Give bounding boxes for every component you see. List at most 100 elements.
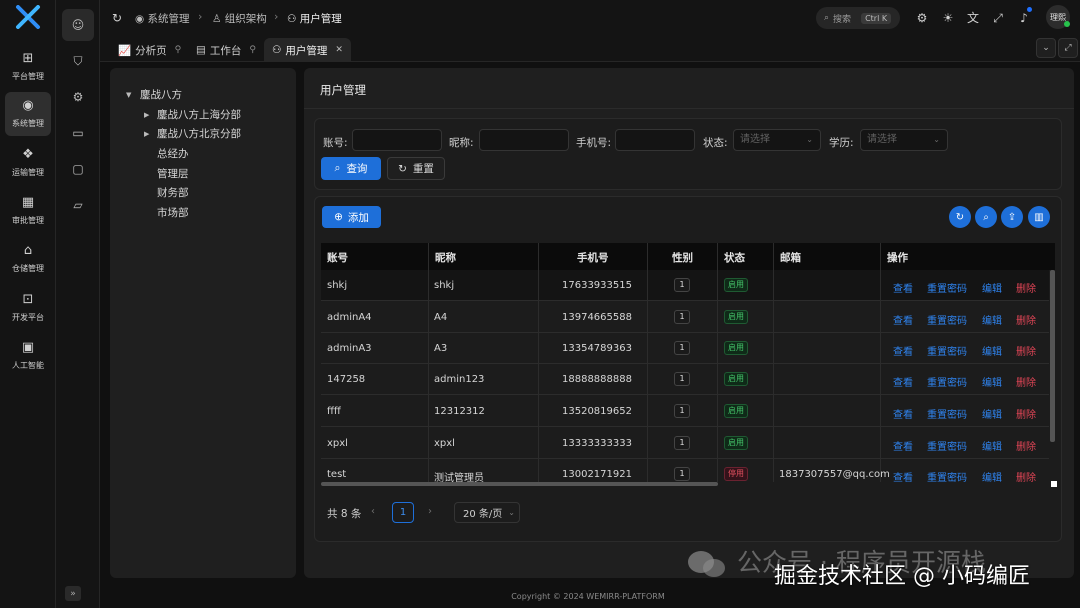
edit-button[interactable]: 编辑 xyxy=(982,374,1002,389)
tree-node[interactable]: 鏖战八方北京分部 xyxy=(157,126,241,141)
page-number[interactable]: 1 xyxy=(392,502,414,523)
view-button[interactable]: 查看 xyxy=(893,406,913,421)
edit-button[interactable]: 编辑 xyxy=(982,406,1002,421)
settings-icon[interactable]: ⚙ xyxy=(62,81,94,113)
monitor-icon[interactable]: ▢ xyxy=(62,153,94,185)
edit-button[interactable]: 编辑 xyxy=(982,438,1002,453)
view-button[interactable]: 查看 xyxy=(893,343,913,358)
sidebar-item-system[interactable]: ◉ 系统管理 xyxy=(5,92,51,136)
reset-button[interactable]: ↻ 重置 xyxy=(387,157,445,180)
reset-password-button[interactable]: 重置密码 xyxy=(927,312,967,327)
vertical-scrollbar[interactable] xyxy=(1050,270,1055,442)
account-label: 账号: xyxy=(323,137,348,149)
platform-icon: ⊞ xyxy=(22,51,34,66)
tree-node[interactable]: 财务部 xyxy=(157,185,189,200)
caret-right-icon[interactable]: ▶ xyxy=(144,130,149,138)
tab-user-management[interactable]: ⚇ 用户管理 ✕ xyxy=(264,38,351,62)
view-button[interactable]: 查看 xyxy=(893,438,913,453)
edit-button[interactable]: 编辑 xyxy=(982,312,1002,327)
close-icon[interactable]: ✕ xyxy=(335,45,343,55)
breadcrumb-item-user[interactable]: ⚇ 用户管理 xyxy=(287,11,342,26)
query-label: 查询 xyxy=(346,163,368,175)
sidebar-item-warehouse[interactable]: ⌂ 仓储管理 xyxy=(5,239,51,279)
next-page-icon[interactable]: › xyxy=(428,506,432,517)
reset-password-button[interactable]: 重置密码 xyxy=(927,406,967,421)
reset-password-button[interactable]: 重置密码 xyxy=(927,343,967,358)
tree-node[interactable]: 总经办 xyxy=(157,146,189,161)
tree-node[interactable]: 管理层 xyxy=(157,166,189,181)
sidebar-item-platform[interactable]: ⊞ 平台管理 xyxy=(5,47,51,87)
delete-button[interactable]: 删除 xyxy=(1016,312,1036,327)
tree-node[interactable]: 鏖战八方上海分部 xyxy=(157,107,241,122)
pin-icon[interactable]: ⚲ xyxy=(249,45,256,55)
query-button[interactable]: ⌕ 查询 xyxy=(321,157,381,180)
cell-nickname: xpxl xyxy=(434,438,455,449)
education-select[interactable]: 请选择 ⌄ xyxy=(860,129,948,151)
column-divider xyxy=(717,243,718,482)
breadcrumb-item-org[interactable]: ♙ 组织架构 xyxy=(212,11,267,26)
delete-button[interactable]: 删除 xyxy=(1016,469,1036,484)
delete-button[interactable]: 删除 xyxy=(1016,374,1036,389)
reset-password-button[interactable]: 重置密码 xyxy=(927,374,967,389)
search-button[interactable]: ⌕ 搜索 Ctrl K xyxy=(816,7,900,29)
view-button[interactable]: 查看 xyxy=(893,312,913,327)
shield-icon[interactable]: ⛉ xyxy=(62,45,94,77)
edit-button[interactable]: 编辑 xyxy=(982,469,1002,484)
delete-button[interactable]: 删除 xyxy=(1016,280,1036,295)
page-size-label: 20 条/页 xyxy=(463,509,503,520)
sidebar-item-transport[interactable]: ❖ 运输管理 xyxy=(5,143,51,183)
reset-password-button[interactable]: 重置密码 xyxy=(927,280,967,295)
view-button[interactable]: 查看 xyxy=(893,374,913,389)
column-settings-button[interactable]: ▥ xyxy=(1028,206,1050,228)
nickname-input[interactable] xyxy=(479,129,569,151)
prev-page-icon[interactable]: ‹ xyxy=(371,506,375,517)
page-size-select[interactable]: 20 条/页 ⌄ xyxy=(454,502,520,523)
expand-sidebar-button[interactable]: » xyxy=(65,586,81,601)
sidebar-item-dev[interactable]: ⊡ 开发平台 xyxy=(5,288,51,328)
add-user-button[interactable]: ⊕ 添加 xyxy=(322,206,381,228)
gear-icon[interactable]: ⚙ xyxy=(913,9,931,27)
edit-button[interactable]: 编辑 xyxy=(982,280,1002,295)
status-select[interactable]: 请选择 ⌄ xyxy=(733,129,821,151)
view-button[interactable]: 查看 xyxy=(893,469,913,484)
tab-dropdown-button[interactable]: ⌄ xyxy=(1036,38,1056,58)
translate-icon[interactable]: 文 xyxy=(964,9,982,27)
tree-node-root[interactable]: 鏖战八方 xyxy=(140,87,182,102)
toggle-search-button[interactable]: ⌕ xyxy=(975,206,997,228)
sidebar-item-ai[interactable]: ▣ 人工智能 xyxy=(5,336,51,376)
refresh-icon[interactable]: ↻ xyxy=(108,9,126,27)
sex-badge: 1 xyxy=(674,341,690,355)
user-icon[interactable]: ☺ xyxy=(62,9,94,41)
sidebar-item-label: 仓储管理 xyxy=(12,264,44,273)
sidebar-item-approval[interactable]: ▦ 审批管理 xyxy=(5,191,51,231)
column-header-email: 邮箱 xyxy=(780,252,801,264)
delete-button[interactable]: 删除 xyxy=(1016,343,1036,358)
tab-maximize-button[interactable]: ⤢ xyxy=(1058,38,1078,58)
cell-nickname: A4 xyxy=(434,312,448,323)
view-button[interactable]: 查看 xyxy=(893,280,913,295)
logo-icon[interactable] xyxy=(14,5,42,29)
edit-button[interactable]: 编辑 xyxy=(982,343,1002,358)
caret-down-icon[interactable]: ▼ xyxy=(126,91,131,99)
message-icon[interactable]: ▭ xyxy=(62,117,94,149)
reset-password-button[interactable]: 重置密码 xyxy=(927,469,967,484)
sex-badge: 1 xyxy=(674,278,690,292)
search-label: 搜索 xyxy=(833,14,852,25)
reset-password-button[interactable]: 重置密码 xyxy=(927,438,967,453)
sun-icon[interactable]: ☀ xyxy=(939,9,957,27)
folder-icon[interactable]: ▱ xyxy=(62,189,94,221)
tab-analysis[interactable]: 📈 分析页 ⚲ xyxy=(110,38,189,62)
fullscreen-icon[interactable]: ⤢ xyxy=(989,9,1007,27)
delete-button[interactable]: 删除 xyxy=(1016,438,1036,453)
refresh-table-button[interactable]: ↻ xyxy=(949,206,971,228)
export-button[interactable]: ⇪ xyxy=(1001,206,1023,228)
delete-button[interactable]: 删除 xyxy=(1016,406,1036,421)
account-input[interactable] xyxy=(352,129,442,151)
breadcrumb-item-system[interactable]: ◉ 系统管理 xyxy=(135,11,190,26)
pin-icon[interactable]: ⚲ xyxy=(175,45,182,55)
tab-workbench[interactable]: ▤ 工作台 ⚲ xyxy=(188,38,264,62)
horizontal-scrollbar[interactable] xyxy=(321,482,718,486)
caret-right-icon[interactable]: ▶ xyxy=(144,111,149,119)
tree-node[interactable]: 市场部 xyxy=(157,205,189,220)
phone-input[interactable] xyxy=(615,129,695,151)
